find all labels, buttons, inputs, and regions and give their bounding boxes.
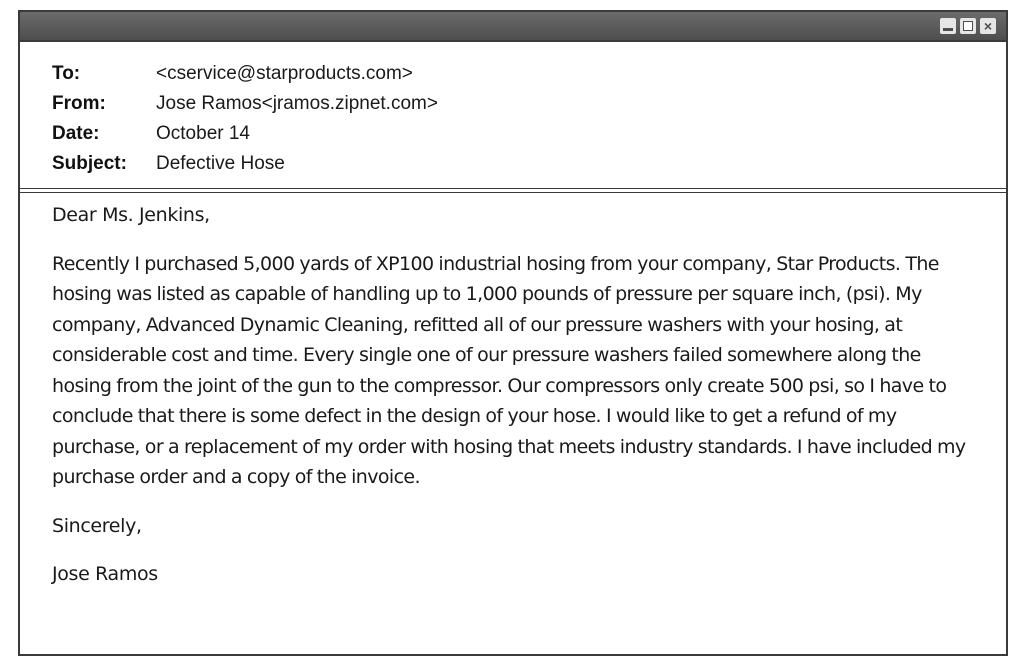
date-value: October 14 (156, 123, 250, 144)
email-window: × To: <cservice@starproducts.com> From: … (18, 10, 1008, 656)
subject-label: Subject: (52, 153, 127, 174)
email-header: To: <cservice@starproducts.com> From: Jo… (20, 42, 1006, 189)
from-row: From: Jose Ramos<jramos.zipnet.com> (52, 89, 438, 119)
minimize-icon[interactable] (940, 18, 956, 34)
close-icon[interactable]: × (980, 18, 996, 34)
from-label: From: (52, 93, 106, 114)
subject-value: Defective Hose (156, 153, 285, 174)
date-row: Date: October 14 (52, 119, 438, 149)
closing: Sincerely, (52, 514, 142, 537)
date-label: Date: (52, 123, 100, 144)
from-value: Jose Ramos<jramos.zipnet.com> (156, 93, 438, 114)
header-divider (20, 192, 1006, 193)
to-value: <cservice@starproducts.com> (156, 63, 413, 84)
to-label: To: (52, 63, 81, 84)
body-paragraph: Recently I purchased 5,000 yards of XP10… (52, 252, 966, 489)
greeting: Dear Ms. Jenkins, (52, 204, 210, 226)
window-controls: × (940, 18, 996, 34)
subject-row: Subject: Defective Hose (52, 149, 438, 179)
maximize-icon[interactable] (960, 18, 976, 34)
email-body: Dear Ms. Jenkins, Recently I purchased 5… (52, 200, 978, 608)
signature: Jose Ramos (52, 563, 158, 585)
header-fields: To: <cservice@starproducts.com> From: Jo… (52, 59, 438, 179)
title-bar[interactable]: × (20, 12, 1006, 42)
to-row: To: <cservice@starproducts.com> (52, 59, 438, 89)
